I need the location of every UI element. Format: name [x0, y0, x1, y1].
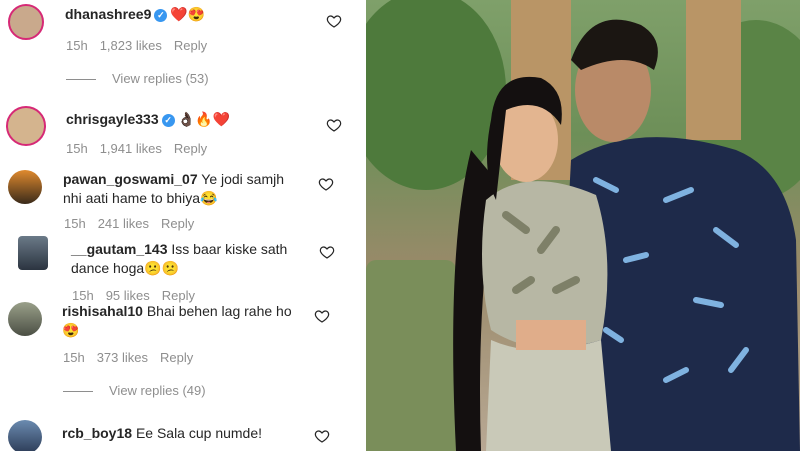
- avatar[interactable]: [8, 170, 42, 204]
- comment-time: 15h: [64, 216, 86, 231]
- avatar[interactable]: [8, 302, 42, 336]
- heart-outline-icon[interactable]: [326, 13, 342, 29]
- divider: [63, 391, 93, 393]
- post-photo: [366, 0, 800, 451]
- heart-outline-icon[interactable]: [314, 308, 330, 324]
- reply-button[interactable]: Reply: [174, 38, 207, 53]
- username-text[interactable]: chrisgayle333: [66, 111, 159, 127]
- view-replies-button[interactable]: View replies (49): [63, 383, 206, 398]
- reply-button[interactable]: Reply: [174, 141, 207, 156]
- verified-icon: ✓: [154, 8, 168, 22]
- heart-outline-icon[interactable]: [318, 176, 334, 192]
- comment-body: __gautam_143 Iss baar kiske sath dance h…: [71, 240, 301, 278]
- comments-panel: dhanashree9 ✓ ❤️😍 15h 1,823 likes Reply View…: [0, 0, 366, 451]
- comment-emoji: 😕😕: [144, 260, 180, 276]
- username-text[interactable]: dhanashree9: [65, 6, 151, 22]
- heart-outline-icon[interactable]: [319, 244, 335, 260]
- comment-username[interactable]: pawan_goswami_07: [63, 171, 198, 187]
- avatar[interactable]: [8, 4, 44, 40]
- comment-likes[interactable]: 373 likes: [97, 350, 148, 365]
- reply-button[interactable]: Reply: [161, 216, 194, 231]
- comment-emoji: 😍: [62, 322, 80, 338]
- comment-likes[interactable]: 241 likes: [98, 216, 149, 231]
- comment-time: 15h: [66, 38, 88, 53]
- comment-likes[interactable]: 1,823 likes: [100, 38, 162, 53]
- comment-text: Ee Sala cup numde!: [135, 425, 263, 441]
- people-illustration: [453, 19, 800, 451]
- comment-emoji: ❤️😍: [170, 6, 206, 22]
- view-replies-button[interactable]: View replies (53): [66, 71, 209, 86]
- view-replies-label[interactable]: View replies (49): [109, 383, 206, 398]
- reply-button[interactable]: Reply: [160, 350, 193, 365]
- comment-emoji: 😂: [199, 190, 218, 206]
- comment-body: rishisahal10 Bhai behen lag rahe ho 😍: [62, 302, 302, 340]
- comment-meta: 15h 95 likes Reply: [72, 288, 207, 303]
- comment-time: 15h: [72, 288, 94, 303]
- avatar[interactable]: [18, 236, 48, 270]
- comment-meta: 15h 1,823 likes Reply: [66, 38, 219, 53]
- avatar[interactable]: [6, 106, 46, 146]
- verified-icon: ✓: [161, 113, 175, 127]
- comment-username[interactable]: rishisahal10: [62, 303, 143, 319]
- comment-username[interactable]: dhanashree9 ✓ ❤️😍: [65, 6, 205, 23]
- heart-outline-icon[interactable]: [314, 428, 330, 444]
- avatar[interactable]: [8, 420, 42, 451]
- comment-time: 15h: [63, 350, 85, 365]
- divider: [66, 79, 96, 81]
- comment-emoji: 👌🏿🔥❤️: [177, 111, 230, 127]
- comment-text: Bhai behen lag rahe ho: [146, 303, 292, 319]
- comment-time: 15h: [66, 141, 88, 156]
- comment-body: rcb_boy18 Ee Sala cup numde!: [62, 424, 312, 443]
- comment-username[interactable]: chrisgayle333 ✓ 👌🏿🔥❤️: [66, 111, 230, 128]
- view-replies-label[interactable]: View replies (53): [112, 71, 209, 86]
- comment-username[interactable]: __gautam_143: [71, 241, 168, 257]
- comment-meta: 15h 241 likes Reply: [64, 216, 206, 231]
- comment-username[interactable]: rcb_boy18: [62, 425, 132, 441]
- comment-likes[interactable]: 1,941 likes: [100, 141, 162, 156]
- comment-body: pawan_goswami_07 Ye jodi samjh nhi aati …: [63, 170, 303, 208]
- comment-meta: 15h 373 likes Reply: [63, 350, 205, 365]
- comment-likes[interactable]: 95 likes: [106, 288, 150, 303]
- reply-button[interactable]: Reply: [162, 288, 195, 303]
- comment-meta: 15h 1,941 likes Reply: [66, 141, 219, 156]
- heart-outline-icon[interactable]: [326, 117, 342, 133]
